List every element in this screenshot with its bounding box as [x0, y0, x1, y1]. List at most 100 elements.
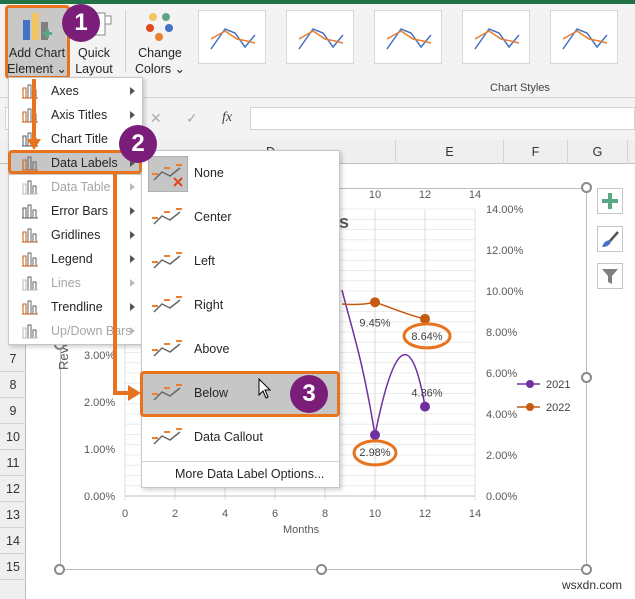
submenu-arrow-icon — [130, 279, 135, 287]
menu-item-label: Gridlines — [51, 228, 101, 242]
data-point-2021 — [370, 429, 380, 440]
x-tick-label: 8 — [322, 508, 328, 520]
data-table-icon — [22, 180, 38, 195]
data-label: 8.64% — [411, 331, 442, 343]
submenu-arrow-icon — [130, 183, 135, 191]
right-y-tick-label: 4.00% — [486, 409, 517, 421]
menu-item-data-table: Data Table — [9, 175, 142, 199]
resize-handle-bottom-right[interactable] — [581, 564, 592, 575]
trendline-icon — [22, 300, 38, 315]
submenu-arrow-icon — [130, 87, 135, 95]
data-label-option-data-callout[interactable]: Data Callout — [142, 416, 339, 460]
chart-filters-button[interactable] — [597, 263, 623, 289]
step-badge-1: 1 — [62, 4, 100, 42]
right-y-tick-label: 2.00% — [486, 450, 517, 462]
data-labels-submenu: None Center Left Right Above Below Data Callou… — [141, 150, 340, 488]
resize-handle-top-right[interactable] — [581, 182, 592, 193]
menu-item-up-down-bars: Up/Down Bars — [9, 319, 142, 343]
x-tick-label: 4 — [222, 508, 228, 520]
data-point-2022 — [370, 297, 380, 308]
data-label-option-right[interactable]: Right — [142, 284, 339, 328]
paintbrush-icon — [602, 231, 619, 247]
left-y-tick-label: 1.00% — [84, 444, 115, 456]
data-label-option-center[interactable]: Center — [142, 196, 339, 240]
legend-marker-2021 — [526, 380, 534, 388]
left-y-tick-label: 2.00% — [84, 397, 115, 409]
legend-icon — [22, 252, 38, 267]
submenu-arrow-icon — [130, 207, 135, 215]
data-label-option-left[interactable]: Left — [142, 240, 339, 284]
right-y-tick-label: 14.00% — [486, 204, 524, 216]
data-label-right-icon — [152, 296, 182, 313]
right-y-tick-label: 0.00% — [486, 491, 517, 503]
lines-icon — [22, 276, 38, 291]
chart-styles-button[interactable] — [597, 226, 623, 252]
data-point-2021 — [420, 401, 430, 412]
data-label-center-icon — [152, 208, 182, 225]
legend-marker-2022 — [526, 403, 534, 411]
axes-icon — [22, 84, 38, 99]
step-badge-2: 2 — [119, 125, 157, 163]
menu-item-label: Chart Title — [51, 132, 108, 146]
right-y-tick-label: 8.00% — [486, 327, 517, 339]
add-chart-element-menu: Axes Axis Titles Chart Title Data Labels Dat… — [8, 77, 143, 345]
menu-item-label: Error Bars — [51, 204, 108, 218]
legend-label-2022: 2022 — [546, 402, 570, 414]
top-x-tick-label: 10 — [369, 189, 381, 201]
data-label-option-none[interactable]: None — [142, 152, 339, 196]
menu-item-lines: Lines — [9, 271, 142, 295]
menu-item-trendline[interactable]: Trendline — [9, 295, 142, 319]
resize-handle-bottom[interactable] — [316, 564, 327, 575]
x-axis-title[interactable]: Months — [283, 524, 319, 536]
menu-item-axis-titles[interactable]: Axis Titles — [9, 103, 142, 127]
x-tick-label: 10 — [369, 508, 381, 520]
data-label-option-label: Left — [194, 254, 215, 268]
submenu-arrow-icon — [130, 231, 135, 239]
up-down-bars-icon — [22, 324, 38, 339]
resize-handle-right[interactable] — [581, 372, 592, 383]
menu-item-axes[interactable]: Axes — [9, 79, 142, 103]
data-label-left-icon — [152, 252, 182, 269]
data-label-option-label: Center — [194, 210, 232, 224]
error-bars-icon — [22, 204, 38, 219]
menu-item-label: Lines — [51, 276, 81, 290]
x-tick-label: 2 — [172, 508, 178, 520]
submenu-arrow-icon — [130, 255, 135, 263]
right-y-tick-label: 6.00% — [486, 368, 517, 380]
menu-item-error-bars[interactable]: Error Bars — [9, 199, 142, 223]
menu-item-label: Data Table — [51, 180, 111, 194]
gridlines-icon — [22, 228, 38, 243]
resize-handle-bottom-left[interactable] — [54, 564, 65, 575]
right-y-tick-label: 12.00% — [486, 245, 524, 257]
plus-icon — [602, 193, 618, 209]
axis-titles-icon — [22, 108, 38, 123]
chart-elements-button[interactable] — [597, 188, 623, 214]
menu-item-label: Axes — [51, 84, 79, 98]
mouse-cursor-icon — [258, 378, 272, 399]
data-label: 2.98% — [359, 447, 390, 459]
top-x-tick-label: 14 — [469, 189, 481, 201]
menu-item-legend[interactable]: Legend — [9, 247, 142, 271]
data-label-option-label: Right — [194, 298, 224, 312]
submenu-arrow-icon — [130, 327, 135, 335]
menu-item-label: Up/Down Bars — [51, 324, 132, 338]
x-tick-label: 14 — [469, 508, 481, 520]
watermark: wsxdn.com — [562, 578, 623, 592]
more-data-label-options[interactable]: More Data Label Options... — [175, 467, 324, 481]
left-y-tick-label: 0.00% — [84, 491, 115, 503]
menu-item-gridlines[interactable]: Gridlines — [9, 223, 142, 247]
data-label-above-icon — [152, 340, 182, 357]
data-label-option-above[interactable]: Above — [142, 328, 339, 372]
submenu-arrow-icon — [130, 303, 135, 311]
chart-title-icon — [22, 132, 38, 147]
menu-item-label: Legend — [51, 252, 93, 266]
menu-separator — [142, 461, 339, 462]
data-label-none-icon — [148, 156, 188, 192]
filter-icon — [602, 269, 618, 284]
data-label-option-label: Above — [194, 342, 230, 356]
data-label-data-callout-icon — [152, 428, 182, 445]
x-tick-label: 6 — [272, 508, 278, 520]
data-label-option-label: None — [194, 166, 224, 180]
x-tick-label: 0 — [122, 508, 128, 520]
top-x-tick-label: 12 — [419, 189, 431, 201]
